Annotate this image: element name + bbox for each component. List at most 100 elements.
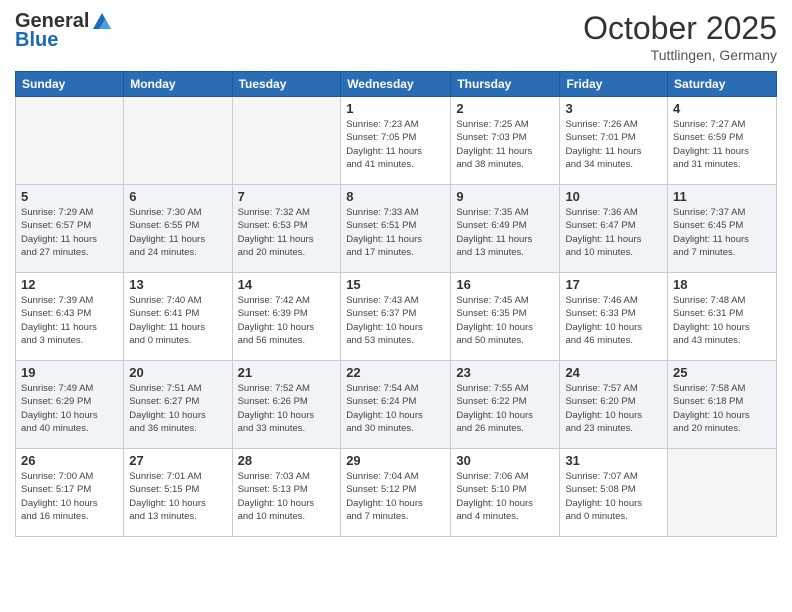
month-title: October 2025 — [583, 10, 777, 47]
table-cell — [668, 449, 777, 537]
logo-icon — [91, 11, 113, 33]
day-info: Sunrise: 7:06 AM Sunset: 5:10 PM Dayligh… — [456, 470, 554, 523]
table-cell: 23 Sunrise: 7:55 AM Sunset: 6:22 PM Dayli… — [451, 361, 560, 449]
day-info: Sunrise: 7:54 AM Sunset: 6:24 PM Dayligh… — [346, 382, 445, 435]
day-info: Sunrise: 7:01 AM Sunset: 5:15 PM Dayligh… — [129, 470, 226, 523]
title-section: October 2025 Tuttlingen, Germany — [583, 10, 777, 63]
col-thursday: Thursday — [451, 72, 560, 97]
day-info: Sunrise: 7:35 AM Sunset: 6:49 PM Dayligh… — [456, 206, 554, 259]
day-info: Sunrise: 7:04 AM Sunset: 5:12 PM Dayligh… — [346, 470, 445, 523]
day-number: 22 — [346, 365, 445, 380]
day-number: 16 — [456, 277, 554, 292]
location: Tuttlingen, Germany — [583, 47, 777, 63]
table-cell: 6 Sunrise: 7:30 AM Sunset: 6:55 PM Daylig… — [124, 185, 232, 273]
table-cell: 21 Sunrise: 7:52 AM Sunset: 6:26 PM Dayli… — [232, 361, 341, 449]
table-cell: 3Sunrise: 7:26 AM Sunset: 7:01 PM Daylig… — [560, 97, 668, 185]
table-cell — [16, 97, 124, 185]
day-number: 26 — [21, 453, 118, 468]
day-number: 20 — [129, 365, 226, 380]
day-number: 31 — [565, 453, 662, 468]
day-number: 15 — [346, 277, 445, 292]
day-number: 5 — [21, 189, 118, 204]
col-saturday: Saturday — [668, 72, 777, 97]
calendar-row: 5 Sunrise: 7:29 AM Sunset: 6:57 PM Daylig… — [16, 185, 777, 273]
day-number: 4 — [673, 101, 771, 116]
col-monday: Monday — [124, 72, 232, 97]
table-cell: 13 Sunrise: 7:40 AM Sunset: 6:41 PM Dayli… — [124, 273, 232, 361]
day-info: Sunrise: 7:45 AM Sunset: 6:35 PM Dayligh… — [456, 294, 554, 347]
day-info: Sunrise: 7:29 AM Sunset: 6:57 PM Dayligh… — [21, 206, 118, 259]
day-info: Sunrise: 7:32 AM Sunset: 6:53 PM Dayligh… — [238, 206, 336, 259]
page-container: General Blue October 2025 Tuttlingen, Ge… — [0, 0, 792, 542]
day-number: 2 — [456, 101, 554, 116]
day-info: Sunrise: 7:37 AM Sunset: 6:45 PM Dayligh… — [673, 206, 771, 259]
table-cell — [232, 97, 341, 185]
table-cell: 19Sunrise: 7:49 AM Sunset: 6:29 PM Dayli… — [16, 361, 124, 449]
table-cell: 9 Sunrise: 7:35 AM Sunset: 6:49 PM Daylig… — [451, 185, 560, 273]
table-cell: 8Sunrise: 7:33 AM Sunset: 6:51 PM Daylig… — [341, 185, 451, 273]
day-number: 8 — [346, 189, 445, 204]
day-info: Sunrise: 7:52 AM Sunset: 6:26 PM Dayligh… — [238, 382, 336, 435]
day-number: 24 — [565, 365, 662, 380]
day-number: 13 — [129, 277, 226, 292]
table-cell: 29 Sunrise: 7:04 AM Sunset: 5:12 PM Dayli… — [341, 449, 451, 537]
day-number: 23 — [456, 365, 554, 380]
day-number: 21 — [238, 365, 336, 380]
day-info: Sunrise: 7:57 AM Sunset: 6:20 PM Dayligh… — [565, 382, 662, 435]
calendar-row: 12Sunrise: 7:39 AM Sunset: 6:43 PM Dayli… — [16, 273, 777, 361]
day-number: 19 — [21, 365, 118, 380]
calendar-row: 26Sunrise: 7:00 AM Sunset: 5:17 PM Dayli… — [16, 449, 777, 537]
day-info: Sunrise: 7:36 AM Sunset: 6:47 PM Dayligh… — [565, 206, 662, 259]
day-number: 25 — [673, 365, 771, 380]
day-info: Sunrise: 7:30 AM Sunset: 6:55 PM Dayligh… — [129, 206, 226, 259]
calendar-table: Sunday Monday Tuesday Wednesday Thursday… — [15, 71, 777, 537]
day-info: Sunrise: 7:46 AM Sunset: 6:33 PM Dayligh… — [565, 294, 662, 347]
table-cell: 22 Sunrise: 7:54 AM Sunset: 6:24 PM Dayli… — [341, 361, 451, 449]
day-number: 9 — [456, 189, 554, 204]
table-cell: 12Sunrise: 7:39 AM Sunset: 6:43 PM Dayli… — [16, 273, 124, 361]
day-info: Sunrise: 7:42 AM Sunset: 6:39 PM Dayligh… — [238, 294, 336, 347]
calendar-row: 19Sunrise: 7:49 AM Sunset: 6:29 PM Dayli… — [16, 361, 777, 449]
day-info: Sunrise: 7:58 AM Sunset: 6:18 PM Dayligh… — [673, 382, 771, 435]
table-cell: 11Sunrise: 7:37 AM Sunset: 6:45 PM Dayli… — [668, 185, 777, 273]
header-row: Sunday Monday Tuesday Wednesday Thursday… — [16, 72, 777, 97]
header: General Blue October 2025 Tuttlingen, Ge… — [15, 10, 777, 63]
table-cell: 2 Sunrise: 7:25 AM Sunset: 7:03 PM Daylig… — [451, 97, 560, 185]
day-number: 30 — [456, 453, 554, 468]
day-number: 14 — [238, 277, 336, 292]
table-cell: 1Sunrise: 7:23 AM Sunset: 7:05 PM Daylig… — [341, 97, 451, 185]
logo-blue: Blue — [15, 29, 58, 52]
col-tuesday: Tuesday — [232, 72, 341, 97]
logo: General Blue — [15, 10, 113, 52]
day-info: Sunrise: 7:07 AM Sunset: 5:08 PM Dayligh… — [565, 470, 662, 523]
table-cell: 20 Sunrise: 7:51 AM Sunset: 6:27 PM Dayli… — [124, 361, 232, 449]
col-wednesday: Wednesday — [341, 72, 451, 97]
day-info: Sunrise: 7:40 AM Sunset: 6:41 PM Dayligh… — [129, 294, 226, 347]
table-cell: 30 Sunrise: 7:06 AM Sunset: 5:10 PM Dayli… — [451, 449, 560, 537]
table-cell: 17 Sunrise: 7:46 AM Sunset: 6:33 PM Dayli… — [560, 273, 668, 361]
table-cell: 16 Sunrise: 7:45 AM Sunset: 6:35 PM Dayli… — [451, 273, 560, 361]
table-cell: 24 Sunrise: 7:57 AM Sunset: 6:20 PM Dayli… — [560, 361, 668, 449]
table-cell: 4Sunrise: 7:27 AM Sunset: 6:59 PM Daylig… — [668, 97, 777, 185]
day-info: Sunrise: 7:55 AM Sunset: 6:22 PM Dayligh… — [456, 382, 554, 435]
calendar-row: 1Sunrise: 7:23 AM Sunset: 7:05 PM Daylig… — [16, 97, 777, 185]
day-info: Sunrise: 7:25 AM Sunset: 7:03 PM Dayligh… — [456, 118, 554, 171]
table-cell: 10Sunrise: 7:36 AM Sunset: 6:47 PM Dayli… — [560, 185, 668, 273]
table-cell: 27 Sunrise: 7:01 AM Sunset: 5:15 PM Dayli… — [124, 449, 232, 537]
table-cell: 25 Sunrise: 7:58 AM Sunset: 6:18 PM Dayli… — [668, 361, 777, 449]
day-number: 28 — [238, 453, 336, 468]
day-number: 17 — [565, 277, 662, 292]
day-number: 12 — [21, 277, 118, 292]
day-info: Sunrise: 7:51 AM Sunset: 6:27 PM Dayligh… — [129, 382, 226, 435]
table-cell: 5 Sunrise: 7:29 AM Sunset: 6:57 PM Daylig… — [16, 185, 124, 273]
col-friday: Friday — [560, 72, 668, 97]
day-number: 18 — [673, 277, 771, 292]
day-number: 27 — [129, 453, 226, 468]
day-number: 3 — [565, 101, 662, 116]
table-cell: 31 Sunrise: 7:07 AM Sunset: 5:08 PM Dayli… — [560, 449, 668, 537]
day-number: 6 — [129, 189, 226, 204]
day-info: Sunrise: 7:48 AM Sunset: 6:31 PM Dayligh… — [673, 294, 771, 347]
col-sunday: Sunday — [16, 72, 124, 97]
table-cell: 26Sunrise: 7:00 AM Sunset: 5:17 PM Dayli… — [16, 449, 124, 537]
day-number: 29 — [346, 453, 445, 468]
